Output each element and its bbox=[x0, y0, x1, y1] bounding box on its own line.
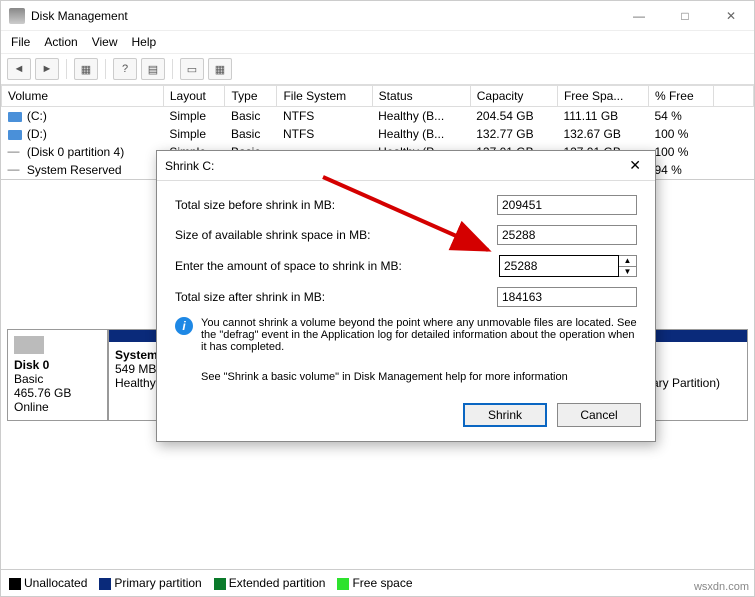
disk-name: Disk 0 bbox=[14, 358, 101, 372]
swatch-unallocated bbox=[9, 578, 21, 590]
cell-volume: (Disk 0 partition 4) bbox=[27, 145, 124, 159]
cell-layout: Simple bbox=[163, 107, 225, 126]
menubar: File Action View Help bbox=[1, 31, 754, 54]
shrink-dialog: Shrink C: ✕ Total size before shrink in … bbox=[156, 150, 656, 442]
cell-volume: System Reserved bbox=[27, 163, 122, 177]
menu-view[interactable]: View bbox=[92, 35, 118, 49]
table-row[interactable]: (D:) Simple Basic NTFS Healthy (B... 132… bbox=[2, 125, 754, 143]
field-total-before: 209451 bbox=[497, 195, 637, 215]
back-button[interactable]: ◄ bbox=[7, 58, 31, 80]
cell-status: Healthy (B... bbox=[372, 107, 470, 126]
swatch-extended bbox=[214, 578, 226, 590]
label-enter-amount: Enter the amount of space to shrink in M… bbox=[175, 259, 499, 273]
field-available: 25288 bbox=[497, 225, 637, 245]
help-icon[interactable]: ? bbox=[113, 58, 137, 80]
app-icon bbox=[9, 8, 25, 24]
shrink-amount-stepper[interactable]: ▲ ▼ bbox=[499, 255, 637, 277]
cell-pct: 94 % bbox=[648, 161, 713, 179]
cell-volume: (D:) bbox=[27, 127, 47, 141]
disk-state: Online bbox=[14, 400, 101, 414]
col-free[interactable]: Free Spa... bbox=[557, 86, 648, 107]
dialog-title: Shrink C: bbox=[165, 159, 623, 173]
cell-fs: NTFS bbox=[277, 107, 372, 126]
window-title: Disk Management bbox=[31, 9, 616, 23]
menu-file[interactable]: File bbox=[11, 35, 30, 49]
minimize-button[interactable]: — bbox=[616, 1, 662, 31]
spin-down-button[interactable]: ▼ bbox=[619, 267, 636, 277]
col-type[interactable]: Type bbox=[225, 86, 277, 107]
dialog-titlebar: Shrink C: ✕ bbox=[157, 151, 655, 181]
swatch-primary bbox=[99, 578, 111, 590]
legend-free: Free space bbox=[337, 576, 412, 590]
cell-free: 111.11 GB bbox=[557, 107, 648, 126]
field-total-after: 184163 bbox=[497, 287, 637, 307]
shrink-amount-input[interactable] bbox=[499, 255, 619, 277]
cell-free: 132.67 GB bbox=[557, 125, 648, 143]
toolbar-separator bbox=[172, 59, 173, 79]
close-button[interactable]: ✕ bbox=[708, 1, 754, 31]
cell-pct: 100 % bbox=[648, 143, 713, 161]
toolbar-separator bbox=[66, 59, 67, 79]
disk-size: 465.76 GB bbox=[14, 386, 101, 400]
shrink-button[interactable]: Shrink bbox=[463, 403, 547, 427]
col-status[interactable]: Status bbox=[372, 86, 470, 107]
partition-icon bbox=[8, 148, 22, 158]
cell-type: Basic bbox=[225, 107, 277, 126]
legend-extended: Extended partition bbox=[214, 576, 326, 590]
col-pct[interactable]: % Free bbox=[648, 86, 713, 107]
cell-pct: 54 % bbox=[648, 107, 713, 126]
disk-icon bbox=[14, 336, 44, 354]
spin-up-button[interactable]: ▲ bbox=[619, 256, 636, 267]
legend: Unallocated Primary partition Extended p… bbox=[1, 569, 754, 596]
label-total-after: Total size after shrink in MB: bbox=[175, 290, 497, 304]
legend-primary: Primary partition bbox=[99, 576, 201, 590]
col-capacity[interactable]: Capacity bbox=[470, 86, 557, 107]
table-header-row: Volume Layout Type File System Status Ca… bbox=[2, 86, 754, 107]
toolbar-separator bbox=[105, 59, 106, 79]
toolbar-btn-1[interactable]: ▦ bbox=[74, 58, 98, 80]
cell-volume: (C:) bbox=[27, 109, 47, 123]
menu-action[interactable]: Action bbox=[44, 35, 77, 49]
menu-help[interactable]: Help bbox=[132, 35, 157, 49]
info-icon: i bbox=[175, 317, 193, 335]
disk-header[interactable]: Disk 0 Basic 465.76 GB Online bbox=[8, 330, 108, 420]
cell-type: Basic bbox=[225, 125, 277, 143]
info-text-2: See "Shrink a basic volume" in Disk Mana… bbox=[201, 371, 568, 383]
cell-layout: Simple bbox=[163, 125, 225, 143]
disk-kind: Basic bbox=[14, 372, 101, 386]
drive-icon bbox=[8, 130, 22, 140]
swatch-free bbox=[337, 578, 349, 590]
col-layout[interactable]: Layout bbox=[163, 86, 225, 107]
label-total-before: Total size before shrink in MB: bbox=[175, 198, 497, 212]
watermark: wsxdn.com bbox=[694, 581, 749, 593]
toolbar-btn-4[interactable]: ▦ bbox=[208, 58, 232, 80]
dialog-close-button[interactable]: ✕ bbox=[623, 157, 647, 174]
toolbar-btn-2[interactable]: ▤ bbox=[141, 58, 165, 80]
cell-fs: NTFS bbox=[277, 125, 372, 143]
cell-pct: 100 % bbox=[648, 125, 713, 143]
titlebar: Disk Management — □ ✕ bbox=[1, 1, 754, 31]
col-fs[interactable]: File System bbox=[277, 86, 372, 107]
maximize-button[interactable]: □ bbox=[662, 1, 708, 31]
col-volume[interactable]: Volume bbox=[2, 86, 164, 107]
legend-unallocated: Unallocated bbox=[9, 576, 87, 590]
forward-button[interactable]: ► bbox=[35, 58, 59, 80]
toolbar: ◄ ► ▦ ? ▤ ▭ ▦ bbox=[1, 54, 754, 85]
drive-icon bbox=[8, 112, 22, 122]
info-text-1: You cannot shrink a volume beyond the po… bbox=[201, 317, 637, 353]
label-available: Size of available shrink space in MB: bbox=[175, 228, 497, 242]
cell-capacity: 132.77 GB bbox=[470, 125, 557, 143]
toolbar-btn-3[interactable]: ▭ bbox=[180, 58, 204, 80]
table-row[interactable]: (C:) Simple Basic NTFS Healthy (B... 204… bbox=[2, 107, 754, 126]
cell-capacity: 204.54 GB bbox=[470, 107, 557, 126]
cell-status: Healthy (B... bbox=[372, 125, 470, 143]
cancel-button[interactable]: Cancel bbox=[557, 403, 641, 427]
partition-icon bbox=[8, 166, 22, 176]
